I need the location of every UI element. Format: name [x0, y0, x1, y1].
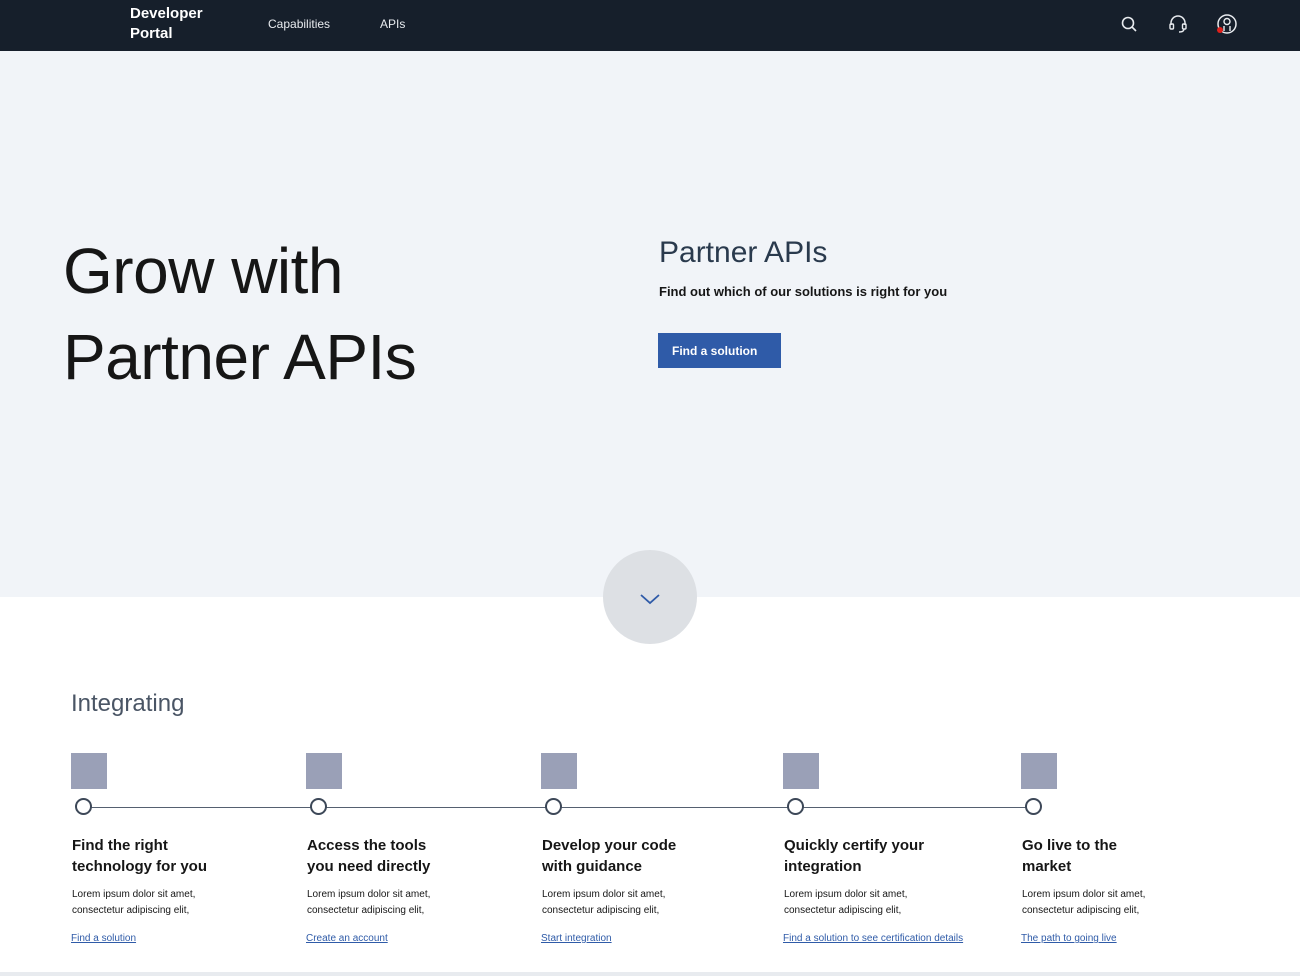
step-title: Find the right technology for you: [72, 835, 302, 877]
step-desc-line-2: consectetur adipiscing elit,: [784, 905, 902, 916]
timeline-node: [1025, 798, 1042, 815]
step-title: Develop your code with guidance: [542, 835, 772, 877]
step-desc-line-1: Lorem ipsum dolor sit amet,: [784, 889, 908, 900]
step-image-placeholder: [71, 753, 107, 789]
step-image-placeholder: [1021, 753, 1057, 789]
step-link-find-solution[interactable]: Find a solution: [71, 933, 136, 944]
section-title-integrating: Integrating: [71, 690, 185, 717]
step-desc-line-1: Lorem ipsum dolor sit amet,: [1022, 889, 1146, 900]
step-image-placeholder: [783, 753, 819, 789]
brand-logo-text[interactable]: Developer Portal: [130, 4, 203, 44]
step-image-placeholder: [541, 753, 577, 789]
step-desc-line-1: Lorem ipsum dolor sit amet,: [307, 889, 431, 900]
step-desc-line-1: Lorem ipsum dolor sit amet,: [542, 889, 666, 900]
step-title-line-2: with guidance: [542, 858, 643, 875]
timeline-node: [75, 798, 92, 815]
step-description: Lorem ipsum dolor sit amet, consectetur …: [72, 887, 302, 919]
step-link-create-account[interactable]: Create an account: [306, 933, 388, 944]
step-description: Lorem ipsum dolor sit amet, consectetur …: [784, 887, 1014, 919]
step-title-line-1: Quickly certify your: [784, 837, 925, 854]
step-link-certification-details[interactable]: Find a solution to see certification det…: [783, 933, 963, 944]
step-desc-line-1: Lorem ipsum dolor sit amet,: [72, 889, 196, 900]
chevron-down-icon: [640, 594, 660, 605]
step-title: Quickly certify your integration: [784, 835, 1014, 877]
step-title: Go live to the market: [1022, 835, 1252, 877]
step-title-line-2: integration: [784, 858, 862, 875]
step-title: Access the tools you need directly: [307, 835, 537, 877]
page-bottom-border: [0, 972, 1300, 976]
nav-link-capabilities[interactable]: Capabilities: [268, 17, 330, 31]
timeline-line: [86, 807, 1041, 808]
brand-line-1: Developer: [130, 5, 203, 22]
step-description: Lorem ipsum dolor sit amet, consectetur …: [542, 887, 772, 919]
timeline-node: [545, 798, 562, 815]
top-navigation-bar: Developer Portal Capabilities APIs: [0, 0, 1300, 51]
find-solution-button[interactable]: Find a solution: [658, 333, 781, 368]
step-title-line-1: Find the right: [72, 837, 168, 854]
step-description: Lorem ipsum dolor sit amet, consectetur …: [1022, 887, 1252, 919]
support-headset-icon[interactable]: [1167, 13, 1189, 35]
timeline-node: [787, 798, 804, 815]
panel-subtitle: Find out which of our solutions is right…: [659, 284, 948, 299]
step-image-placeholder: [306, 753, 342, 789]
panel-title: Partner APIs: [659, 236, 828, 269]
brand-line-2: Portal: [130, 25, 173, 42]
hero-title-line-1: Grow with: [63, 235, 344, 307]
notification-dot: [1217, 27, 1223, 33]
step-title-line-1: Access the tools: [307, 837, 427, 854]
scroll-down-button[interactable]: [603, 550, 697, 644]
step-title-line-2: technology for you: [72, 858, 207, 875]
step-title-line-2: market: [1022, 858, 1072, 875]
step-link-start-integration[interactable]: Start integration: [541, 933, 612, 944]
hero-title: Grow with Partner APIs: [63, 228, 417, 400]
search-icon[interactable]: [1118, 13, 1140, 35]
step-desc-line-2: consectetur adipiscing elit,: [72, 905, 190, 916]
step-title-line-1: Go live to the: [1022, 837, 1118, 854]
step-description: Lorem ipsum dolor sit amet, consectetur …: [307, 887, 537, 919]
step-title-line-1: Develop your code: [542, 837, 677, 854]
timeline-node: [310, 798, 327, 815]
step-link-going-live[interactable]: The path to going live: [1021, 933, 1117, 944]
step-desc-line-2: consectetur adipiscing elit,: [307, 905, 425, 916]
step-desc-line-2: consectetur adipiscing elit,: [542, 905, 660, 916]
nav-link-apis[interactable]: APIs: [380, 17, 405, 31]
step-title-line-2: you need directly: [307, 858, 431, 875]
hero-title-line-2: Partner APIs: [63, 321, 417, 393]
step-desc-line-2: consectetur adipiscing elit,: [1022, 905, 1140, 916]
